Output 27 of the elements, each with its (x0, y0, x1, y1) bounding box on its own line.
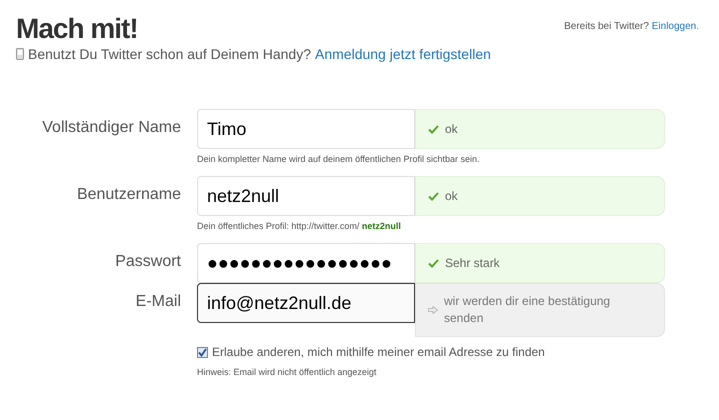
checkbox[interactable] (197, 346, 208, 358)
field-hint: Dein öffentliches Profil: http://twitter.com/ netz2null (197, 221, 402, 231)
status-text: ok (445, 122, 458, 136)
status-text: Sehr stark (445, 256, 500, 270)
check-icon (428, 124, 439, 134)
subtitle: Benutzt Du Twitter schon auf Deinem Handy? (28, 46, 312, 62)
subtitle-link[interactable]: Anmeldung jetzt fertigstellen (315, 46, 491, 62)
checkbox-label: Erlaube anderen, mich mithilfe meiner email Adresse zu finden (212, 345, 545, 359)
status-text: ok (445, 189, 458, 203)
login-link[interactable]: Einloggen. (652, 21, 699, 32)
arrow-icon (428, 306, 438, 314)
input-field[interactable]: ●●●●●●●●●●●●●●●●● (197, 243, 415, 283)
field-hint: Dein kompletter Name wird auf deinem öffentlichen Profil sichtbar sein. (197, 154, 480, 164)
status-text: wir werden dir eine bestätigung senden (444, 293, 612, 327)
field-label: Passwort (115, 253, 181, 270)
input-field[interactable]: info@netz2null.de (197, 283, 415, 323)
field-label: E-Mail (136, 293, 181, 310)
check-icon (428, 258, 439, 268)
check-icon (428, 192, 439, 200)
email-note: Hinweis: Email wird nicht öffentlich angezeigt (197, 367, 378, 377)
input-field[interactable]: Timo (197, 109, 415, 149)
field-label: Vollständiger Name (42, 119, 181, 136)
field-label: Benutzername (76, 186, 181, 203)
login-prompt: Bereits bei Twitter? (564, 21, 649, 32)
input-field[interactable]: netz2null (197, 176, 415, 216)
page-title: Mach mit! (16, 12, 138, 46)
phone-icon (16, 48, 24, 60)
